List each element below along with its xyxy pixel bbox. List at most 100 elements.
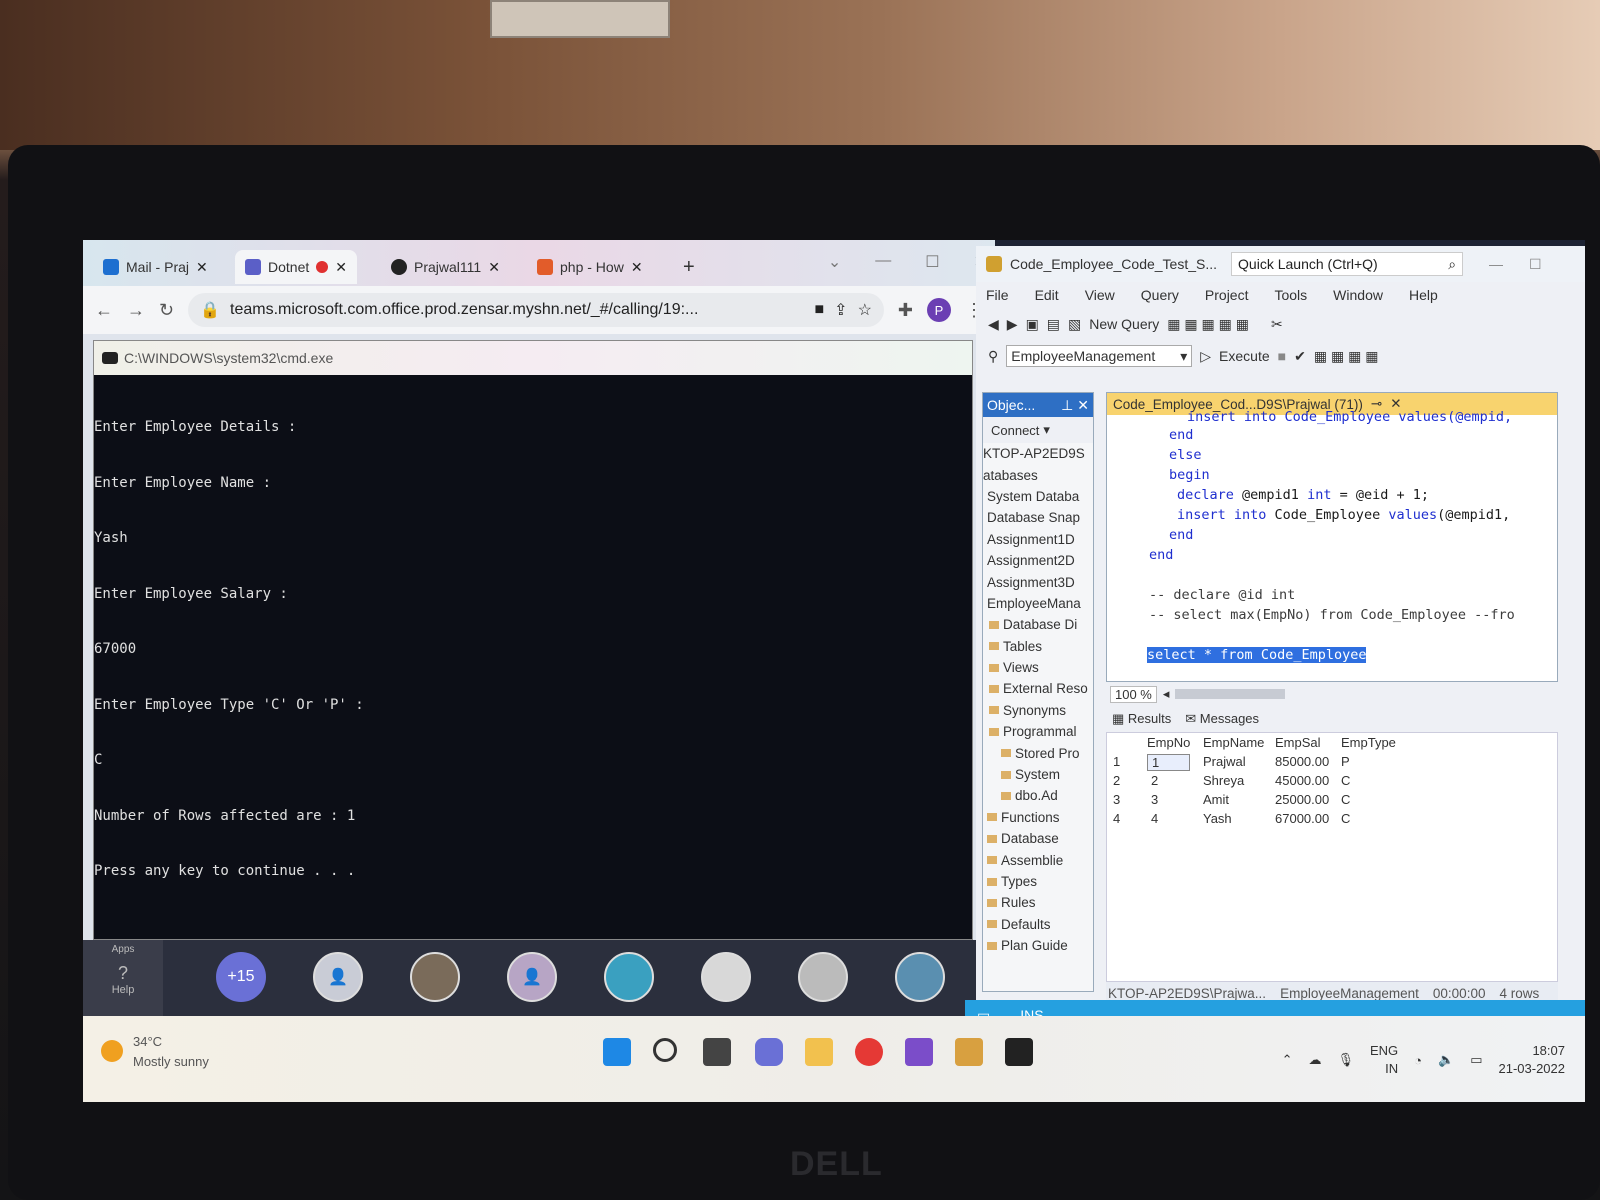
tab-results[interactable]: ▦ Results [1112, 711, 1171, 727]
scroll-left-icon[interactable]: ◂ [1163, 686, 1170, 702]
cut-icon[interactable]: ✂ [1271, 316, 1283, 333]
connect-button[interactable]: Connect ▾ [983, 417, 1093, 443]
back-icon[interactable]: ← [95, 300, 113, 321]
toolbar-icons[interactable]: ▦ ▦ ▦ ▦ [1314, 348, 1379, 365]
menu-query[interactable]: Query [1141, 287, 1179, 303]
column-header[interactable]: EmpSal [1275, 735, 1321, 750]
cell-empname[interactable]: Amit [1203, 792, 1229, 807]
tree-item[interactable]: Defaults [983, 914, 1093, 935]
zoom-select[interactable]: 100 % [1110, 685, 1157, 703]
tree-item[interactable]: Database Snap [983, 507, 1093, 528]
save-icon[interactable]: ▣ [1026, 316, 1039, 333]
column-header[interactable]: EmpType [1341, 735, 1396, 750]
tab-dotnet[interactable]: Dotnet ✕ [235, 250, 357, 284]
new-query-button[interactable]: New Query [1089, 316, 1159, 332]
participant-avatar[interactable] [798, 952, 848, 1002]
cell-empno[interactable]: 1 [1147, 754, 1191, 771]
database-select[interactable]: EmployeeManagement ▾ [1006, 345, 1193, 367]
share-icon[interactable]: ⇪ [834, 300, 847, 320]
file-explorer-icon[interactable] [805, 1038, 833, 1066]
participant-avatar[interactable]: 👤 [313, 952, 363, 1002]
tree-item[interactable]: Tables [983, 636, 1093, 657]
search-icon[interactable] [653, 1038, 677, 1062]
connect-icon[interactable]: ⚲ [988, 348, 998, 365]
tree-item[interactable]: Database Di [983, 614, 1093, 635]
tab-github[interactable]: Prajwal111 ✕ [381, 250, 510, 284]
tree-item[interactable]: EmployeeMana [983, 593, 1093, 614]
camera-icon[interactable]: ■ [814, 301, 824, 319]
menu-window[interactable]: Window [1333, 287, 1383, 303]
more-participants[interactable]: +15 [216, 952, 266, 1002]
close-icon[interactable]: ✕ [1077, 397, 1089, 414]
pin-icon[interactable]: ⊥ [1061, 397, 1073, 414]
menu-edit[interactable]: Edit [1035, 287, 1059, 303]
tree-item[interactable]: System [983, 764, 1093, 785]
cell-empno[interactable]: 2 [1151, 773, 1158, 788]
participant-avatar[interactable] [604, 952, 654, 1002]
cloud-icon[interactable]: ☁ [1308, 1052, 1321, 1068]
avatar[interactable]: P [927, 298, 951, 322]
participant-avatar[interactable]: 👤 [507, 952, 557, 1002]
tree-item[interactable]: Plan Guide [983, 935, 1093, 956]
table-row[interactable]: 4 4 Yash 67000.00 C [1107, 811, 1407, 830]
chevron-down-icon[interactable]: ⌄ [828, 252, 841, 272]
chrome-icon[interactable] [855, 1038, 883, 1066]
menu-view[interactable]: View [1085, 287, 1115, 303]
cell-empname[interactable]: Yash [1203, 811, 1232, 826]
reload-icon[interactable]: ↻ [159, 300, 174, 321]
cell-emptype[interactable]: C [1341, 792, 1350, 807]
tree-item[interactable]: Programmal [983, 721, 1093, 742]
toolbar-icons[interactable]: ▦ ▦ ▦ ▦ ▦ [1167, 316, 1249, 333]
forward-icon[interactable]: → [127, 300, 145, 321]
star-icon[interactable]: ☆ [858, 300, 872, 320]
chevron-up-icon[interactable]: ⌃ [1282, 1052, 1293, 1068]
tree-item[interactable]: Assemblie [983, 849, 1093, 870]
menu-project[interactable]: Project [1205, 287, 1249, 303]
cell-empsal[interactable]: 45000.00 [1275, 773, 1329, 788]
tree-item[interactable]: Functions [983, 807, 1093, 828]
speaker-icon[interactable]: 🔈 [1438, 1052, 1454, 1068]
close-icon[interactable]: ✕ [488, 259, 500, 276]
start-icon[interactable] [603, 1038, 631, 1066]
cell-empsal[interactable]: 67000.00 [1275, 811, 1329, 826]
tree-item[interactable]: Views [983, 657, 1093, 678]
menu-file[interactable]: File [986, 287, 1009, 303]
close-icon[interactable]: ✕ [335, 259, 347, 276]
back-icon[interactable]: ◀ [988, 316, 999, 333]
check-icon[interactable]: ✔ [1294, 348, 1306, 365]
cmd-icon[interactable] [1005, 1038, 1033, 1066]
table-row[interactable]: 1 1 Prajwal 85000.00 P [1107, 754, 1407, 773]
cell-empname[interactable]: Prajwal [1203, 754, 1246, 769]
microphone-icon[interactable]: 🎙 [1337, 1052, 1354, 1068]
participant-avatar[interactable] [895, 952, 945, 1002]
tree-item[interactable]: Synonyms [983, 700, 1093, 721]
maximize-button[interactable]: ☐ [1529, 256, 1542, 273]
task-view-icon[interactable] [703, 1038, 731, 1066]
minimize-button[interactable]: — [875, 252, 891, 272]
table-row[interactable]: 2 2 Shreya 45000.00 C [1107, 773, 1407, 792]
ssms-icon[interactable] [955, 1038, 983, 1066]
cell-emptype[interactable]: P [1341, 754, 1350, 769]
tree-item[interactable]: Stored Pro [983, 742, 1093, 763]
minimize-button[interactable]: — [1489, 256, 1503, 272]
execute-button[interactable]: Execute [1219, 348, 1270, 364]
tab-php[interactable]: php - How ✕ [527, 250, 653, 284]
tree-item[interactable]: dbo.Ad [983, 785, 1093, 806]
column-header[interactable]: EmpName [1203, 735, 1264, 750]
tree-item[interactable]: External Reso [983, 678, 1093, 699]
help-button[interactable]: Apps ? Help [83, 940, 163, 1020]
teams-chat-icon[interactable] [755, 1038, 783, 1066]
save-all-icon[interactable]: ▤ [1047, 316, 1060, 333]
close-icon[interactable]: ✕ [631, 259, 643, 276]
tree-item[interactable]: Assignment2D [983, 550, 1093, 571]
quick-launch-input[interactable]: Quick Launch (Ctrl+Q) ⌕ [1231, 252, 1464, 276]
horizontal-scrollbar[interactable] [1175, 689, 1286, 699]
tree-item[interactable]: Assignment3D [983, 571, 1093, 592]
tab-mail[interactable]: Mail - Praj ✕ [93, 250, 218, 284]
cell-emptype[interactable]: C [1341, 773, 1350, 788]
tree-item[interactable]: Rules [983, 892, 1093, 913]
cell-empsal[interactable]: 25000.00 [1275, 792, 1329, 807]
tree-item[interactable]: Assignment1D [983, 529, 1093, 550]
cell-empsal[interactable]: 85000.00 [1275, 754, 1329, 769]
table-row[interactable]: 3 3 Amit 25000.00 C [1107, 792, 1407, 811]
